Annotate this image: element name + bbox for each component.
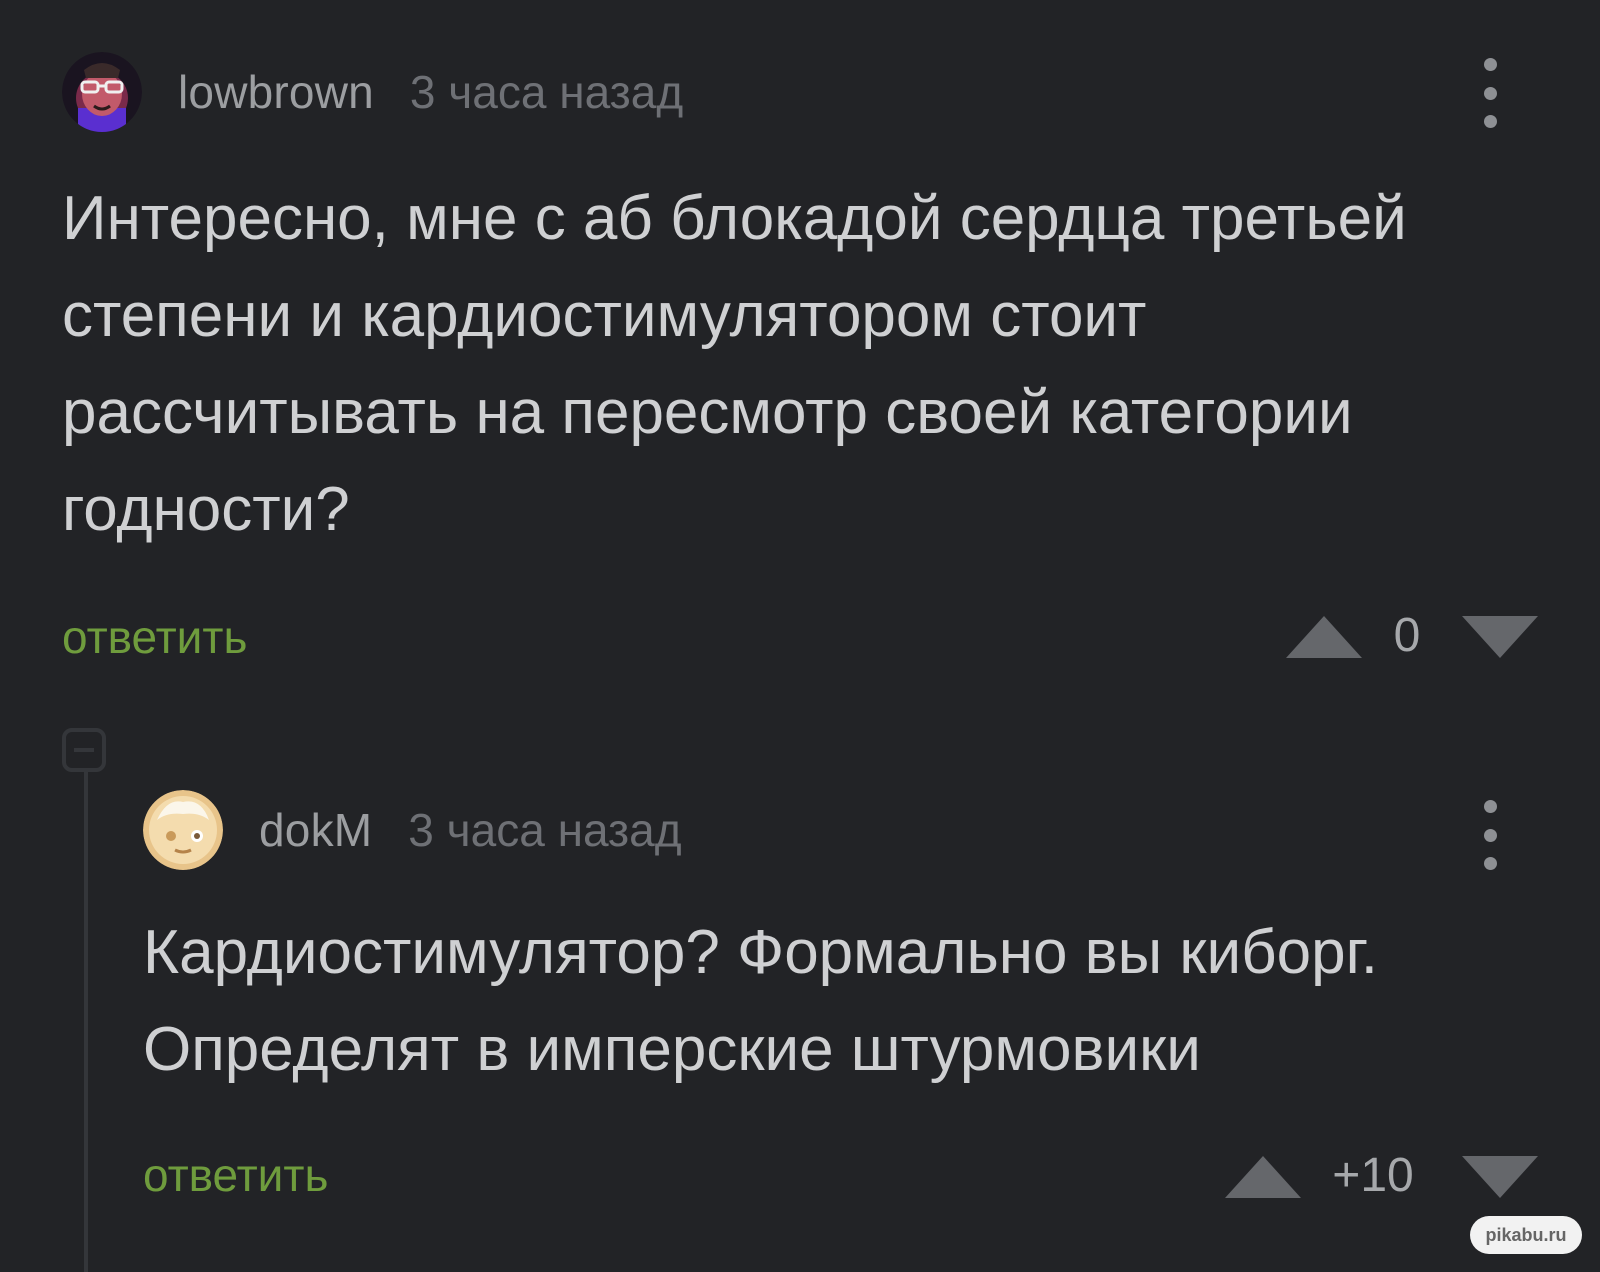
comment-score: 0 [1393, 609, 1421, 662]
collapse-thread-icon[interactable] [62, 728, 106, 772]
comment-header: dokM 3 часа назад [143, 790, 682, 870]
watermark: pikabu.ru [1470, 1216, 1582, 1254]
avatar[interactable] [62, 52, 142, 132]
downvote-icon[interactable] [1462, 616, 1538, 658]
comment-time: 3 часа назад [409, 66, 684, 118]
username[interactable]: lowbrown [178, 65, 374, 119]
comment-time: 3 часа назад [408, 804, 682, 856]
upvote-icon[interactable] [1286, 616, 1362, 658]
more-options-icon[interactable] [1480, 58, 1500, 128]
comments-page: lowbrown 3 часа назад Интересно, мне с а… [0, 0, 1600, 1272]
reply-button[interactable]: ответить [62, 610, 247, 664]
thread-line [84, 758, 88, 1272]
reply-button[interactable]: ответить [143, 1148, 328, 1202]
username[interactable]: dokM [259, 803, 372, 857]
downvote-icon[interactable] [1462, 1156, 1538, 1198]
more-options-icon[interactable] [1480, 800, 1500, 870]
upvote-icon[interactable] [1225, 1156, 1301, 1198]
comment-score: +10 [1332, 1149, 1414, 1202]
comment-text: Интересно, мне с аб блокадой сердца трет… [62, 184, 1407, 544]
comment-text: Кардиостимулятор? Формально вы киборг. О… [143, 918, 1378, 1084]
avatar[interactable] [143, 790, 223, 870]
comment-header: lowbrown 3 часа назад [62, 52, 683, 132]
